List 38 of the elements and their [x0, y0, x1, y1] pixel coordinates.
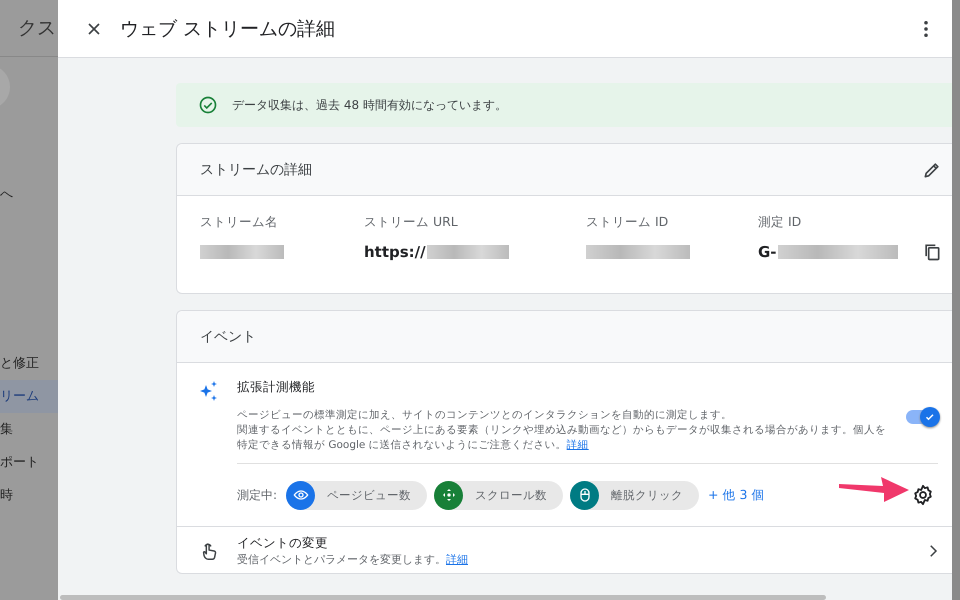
check-circle-icon — [198, 95, 218, 115]
scrollbar[interactable] — [60, 595, 826, 600]
banner-text: データ収集は、過去 48 時間有効になっています。 — [232, 96, 507, 114]
section-title: 拡張計測機能 — [237, 379, 316, 396]
row-title: イベントの変更 — [237, 535, 329, 552]
field-label: 測定 ID — [758, 214, 802, 231]
field-label: ストリーム名 — [200, 214, 279, 231]
field-value: G- — [758, 243, 777, 261]
card-title: イベント — [200, 328, 256, 346]
row-description: 受信イベントとパラメータを変更します。詳細 — [237, 552, 469, 567]
more-vertical-icon — [924, 20, 928, 36]
panel-title: ウェブ ストリームの詳細 — [120, 16, 336, 42]
card-title: ストリームの詳細 — [200, 160, 312, 178]
more-button[interactable] — [922, 18, 930, 38]
description-text: 関連するイベントとともに、ページ上にある要素（リンクや埋め込み動画など）からもデータが収集される場合があります。個人を特定できる情報が Google に送信されないようにご注意ください。詳細 — [237, 423, 887, 453]
chip-label: ページビュー数 — [327, 488, 412, 502]
description-text: ページビューの標準測定に加え、サイトのコンテンツとのインタラクションを自動的に測定します。 — [237, 408, 733, 423]
toggle-switch[interactable] — [906, 410, 938, 424]
sidebar-item[interactable]: リーム — [0, 380, 58, 413]
sidebar-item[interactable]: ポート — [0, 446, 58, 479]
sidebar-item[interactable]: と修正 — [0, 347, 58, 380]
sidebar-item[interactable]: 時 — [0, 479, 58, 512]
sidebar-item[interactable]: 集 — [0, 413, 58, 446]
measuring-label: 測定中: — [237, 486, 278, 504]
chip-label: 離脱クリック — [611, 488, 684, 502]
learn-more-link[interactable]: 詳細 — [566, 439, 589, 451]
learn-more-link[interactable]: 詳細 — [446, 553, 468, 566]
chip-label: スクロール数 — [475, 488, 548, 502]
event-modify-row[interactable]: イベントの変更 受信イベントとパラメータを変更します。詳細 — [177, 527, 952, 573]
field-value: https:// — [364, 243, 426, 261]
field-label: ストリーム ID — [586, 214, 670, 231]
field-label: ストリーム URL — [364, 214, 459, 231]
arrow-annotation — [839, 475, 909, 503]
more-events-link[interactable]: + 他 3 個 — [708, 486, 764, 504]
app-title: クス — [18, 16, 56, 41]
move-arrows-icon — [440, 487, 457, 503]
sidebar-item[interactable]: へ — [0, 185, 58, 205]
settings-icon — [912, 484, 934, 506]
